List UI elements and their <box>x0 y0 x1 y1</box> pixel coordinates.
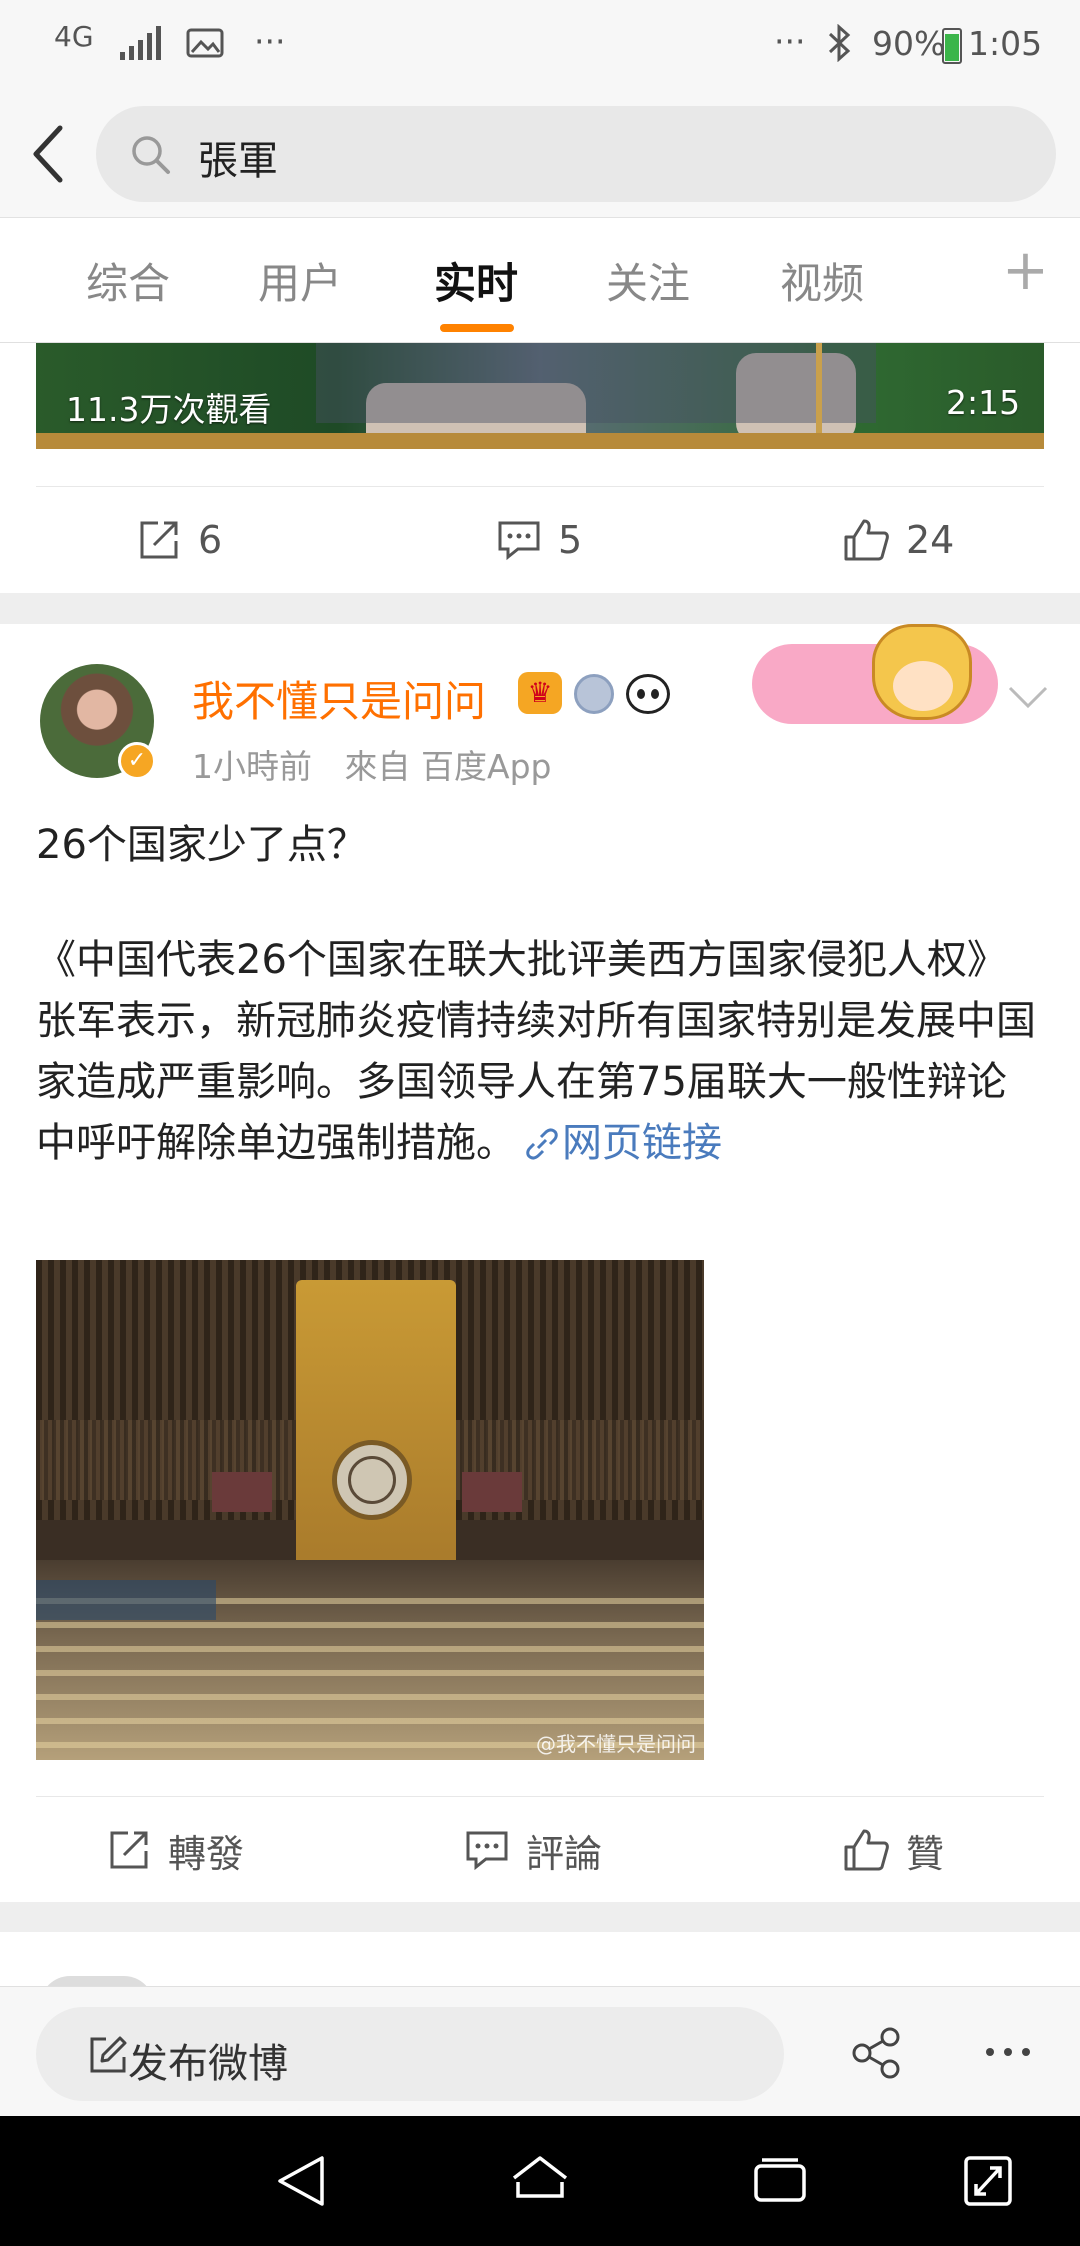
crown-badge-icon: ♛ <box>518 672 562 714</box>
tab-realtime[interactable]: 实时 <box>434 250 518 311</box>
previous-post-card: 11.3万次觀看 2:15 6 5 24 <box>0 343 1080 593</box>
post-image[interactable]: @我不懂只是问问 <box>36 1260 704 1760</box>
search-header: 張軍 <box>0 90 1080 218</box>
more-left-icon: ··· <box>254 22 286 61</box>
repost-icon <box>110 1831 148 1869</box>
video-thumbnail[interactable]: 11.3万次觀看 2:15 <box>36 343 1044 449</box>
link-icon <box>526 1128 558 1160</box>
bluetooth-icon <box>828 24 851 62</box>
tab-general[interactable]: 综合 <box>86 250 170 311</box>
repost-icon <box>140 521 178 559</box>
repost-button[interactable]: 轉發 <box>106 1797 244 1903</box>
search-input[interactable]: 張軍 <box>198 128 278 186</box>
video-views: 11.3万次觀看 <box>66 390 272 429</box>
like-count: 24 <box>906 518 955 562</box>
battery-percent: 90% <box>872 24 946 63</box>
back-icon[interactable] <box>28 124 68 184</box>
comment-label: 評論 <box>526 1831 603 1876</box>
previous-post-actions: 6 5 24 <box>36 486 1044 592</box>
compose-label: 发布微博 <box>128 2041 288 2087</box>
active-tab-indicator <box>440 324 514 332</box>
post-actions: 轉發 評論 贊 <box>36 1796 1044 1902</box>
search-box[interactable]: 張軍 <box>96 106 1056 202</box>
image-watermark: @我不懂只是问问 <box>536 1732 696 1756</box>
nav-home-icon[interactable] <box>508 2152 572 2210</box>
post-text-intro: 26个国家少了点？ <box>36 822 367 868</box>
clock: 1:05 <box>968 24 1043 63</box>
like-icon <box>844 519 889 561</box>
web-link[interactable]: 网页链接 <box>516 1120 722 1166</box>
search-icon <box>132 136 170 174</box>
like-label: 贊 <box>906 1831 945 1876</box>
system-nav-bar <box>0 2116 1080 2246</box>
compose-bar: 发布微博 <box>0 1986 1080 2116</box>
like-button[interactable]: 24 <box>842 487 954 593</box>
nav-recents-icon[interactable] <box>752 2156 808 2206</box>
edit-icon <box>90 2036 127 2073</box>
share-icon[interactable] <box>850 2027 902 2079</box>
tab-following[interactable]: 关注 <box>606 250 690 311</box>
post-meta: 1小時前 來自 百度App <box>192 740 551 788</box>
network-type: 4G <box>54 20 94 53</box>
repost-button[interactable]: 6 <box>136 487 222 593</box>
signal-icon <box>120 24 162 60</box>
tab-video[interactable]: 视频 <box>780 250 864 311</box>
tab-users[interactable]: 用户 <box>258 250 342 311</box>
web-link-label[interactable]: 网页链接 <box>562 1120 722 1166</box>
comment-count: 5 <box>558 518 583 562</box>
medal-badge-icon <box>574 674 614 714</box>
panda-badge-icon <box>626 674 670 714</box>
nav-back-icon[interactable] <box>274 2152 328 2210</box>
comment-icon <box>466 1831 508 1871</box>
verified-icon: ✓ <box>118 742 156 780</box>
repost-label: 轉發 <box>168 1831 245 1876</box>
status-bar: 4G ··· ··· 90% 1:05 <box>0 0 1080 90</box>
more-icon[interactable] <box>984 2045 1032 2059</box>
tab-bar: 综合 用户 实时 关注 视频 + <box>0 218 1080 343</box>
post-time: 1小時前 <box>192 747 312 786</box>
more-right-icon: ··· <box>774 22 806 61</box>
battery-icon <box>942 28 962 64</box>
comment-button[interactable]: 評論 <box>464 1797 602 1903</box>
post-username[interactable]: 我不懂只是问问 <box>192 668 486 729</box>
comment-button[interactable]: 5 <box>496 487 582 593</box>
post-source: 來自 百度App <box>344 747 552 786</box>
chevron-down-icon[interactable] <box>1006 682 1050 712</box>
comment-icon <box>498 521 540 561</box>
like-icon <box>844 1829 889 1871</box>
repost-count: 6 <box>198 518 223 562</box>
add-tab-button[interactable]: + <box>1002 238 1049 303</box>
sticker-character-icon <box>872 624 972 720</box>
post-card: ✓ 我不懂只是问问 ♛ 1小時前 來自 百度App 26个国家少了点？ 《中国代… <box>0 624 1080 1902</box>
next-post-card <box>0 1932 1080 2006</box>
video-duration: 2:15 <box>946 383 1021 422</box>
like-button[interactable]: 贊 <box>842 1797 944 1903</box>
gallery-icon <box>186 28 224 58</box>
nav-expand-icon[interactable] <box>962 2152 1014 2210</box>
post-text: 《中国代表26个国家在联大批评美西方国家侵犯人权》张军表示，新冠肺炎疫情持续对所… <box>36 930 1044 1174</box>
